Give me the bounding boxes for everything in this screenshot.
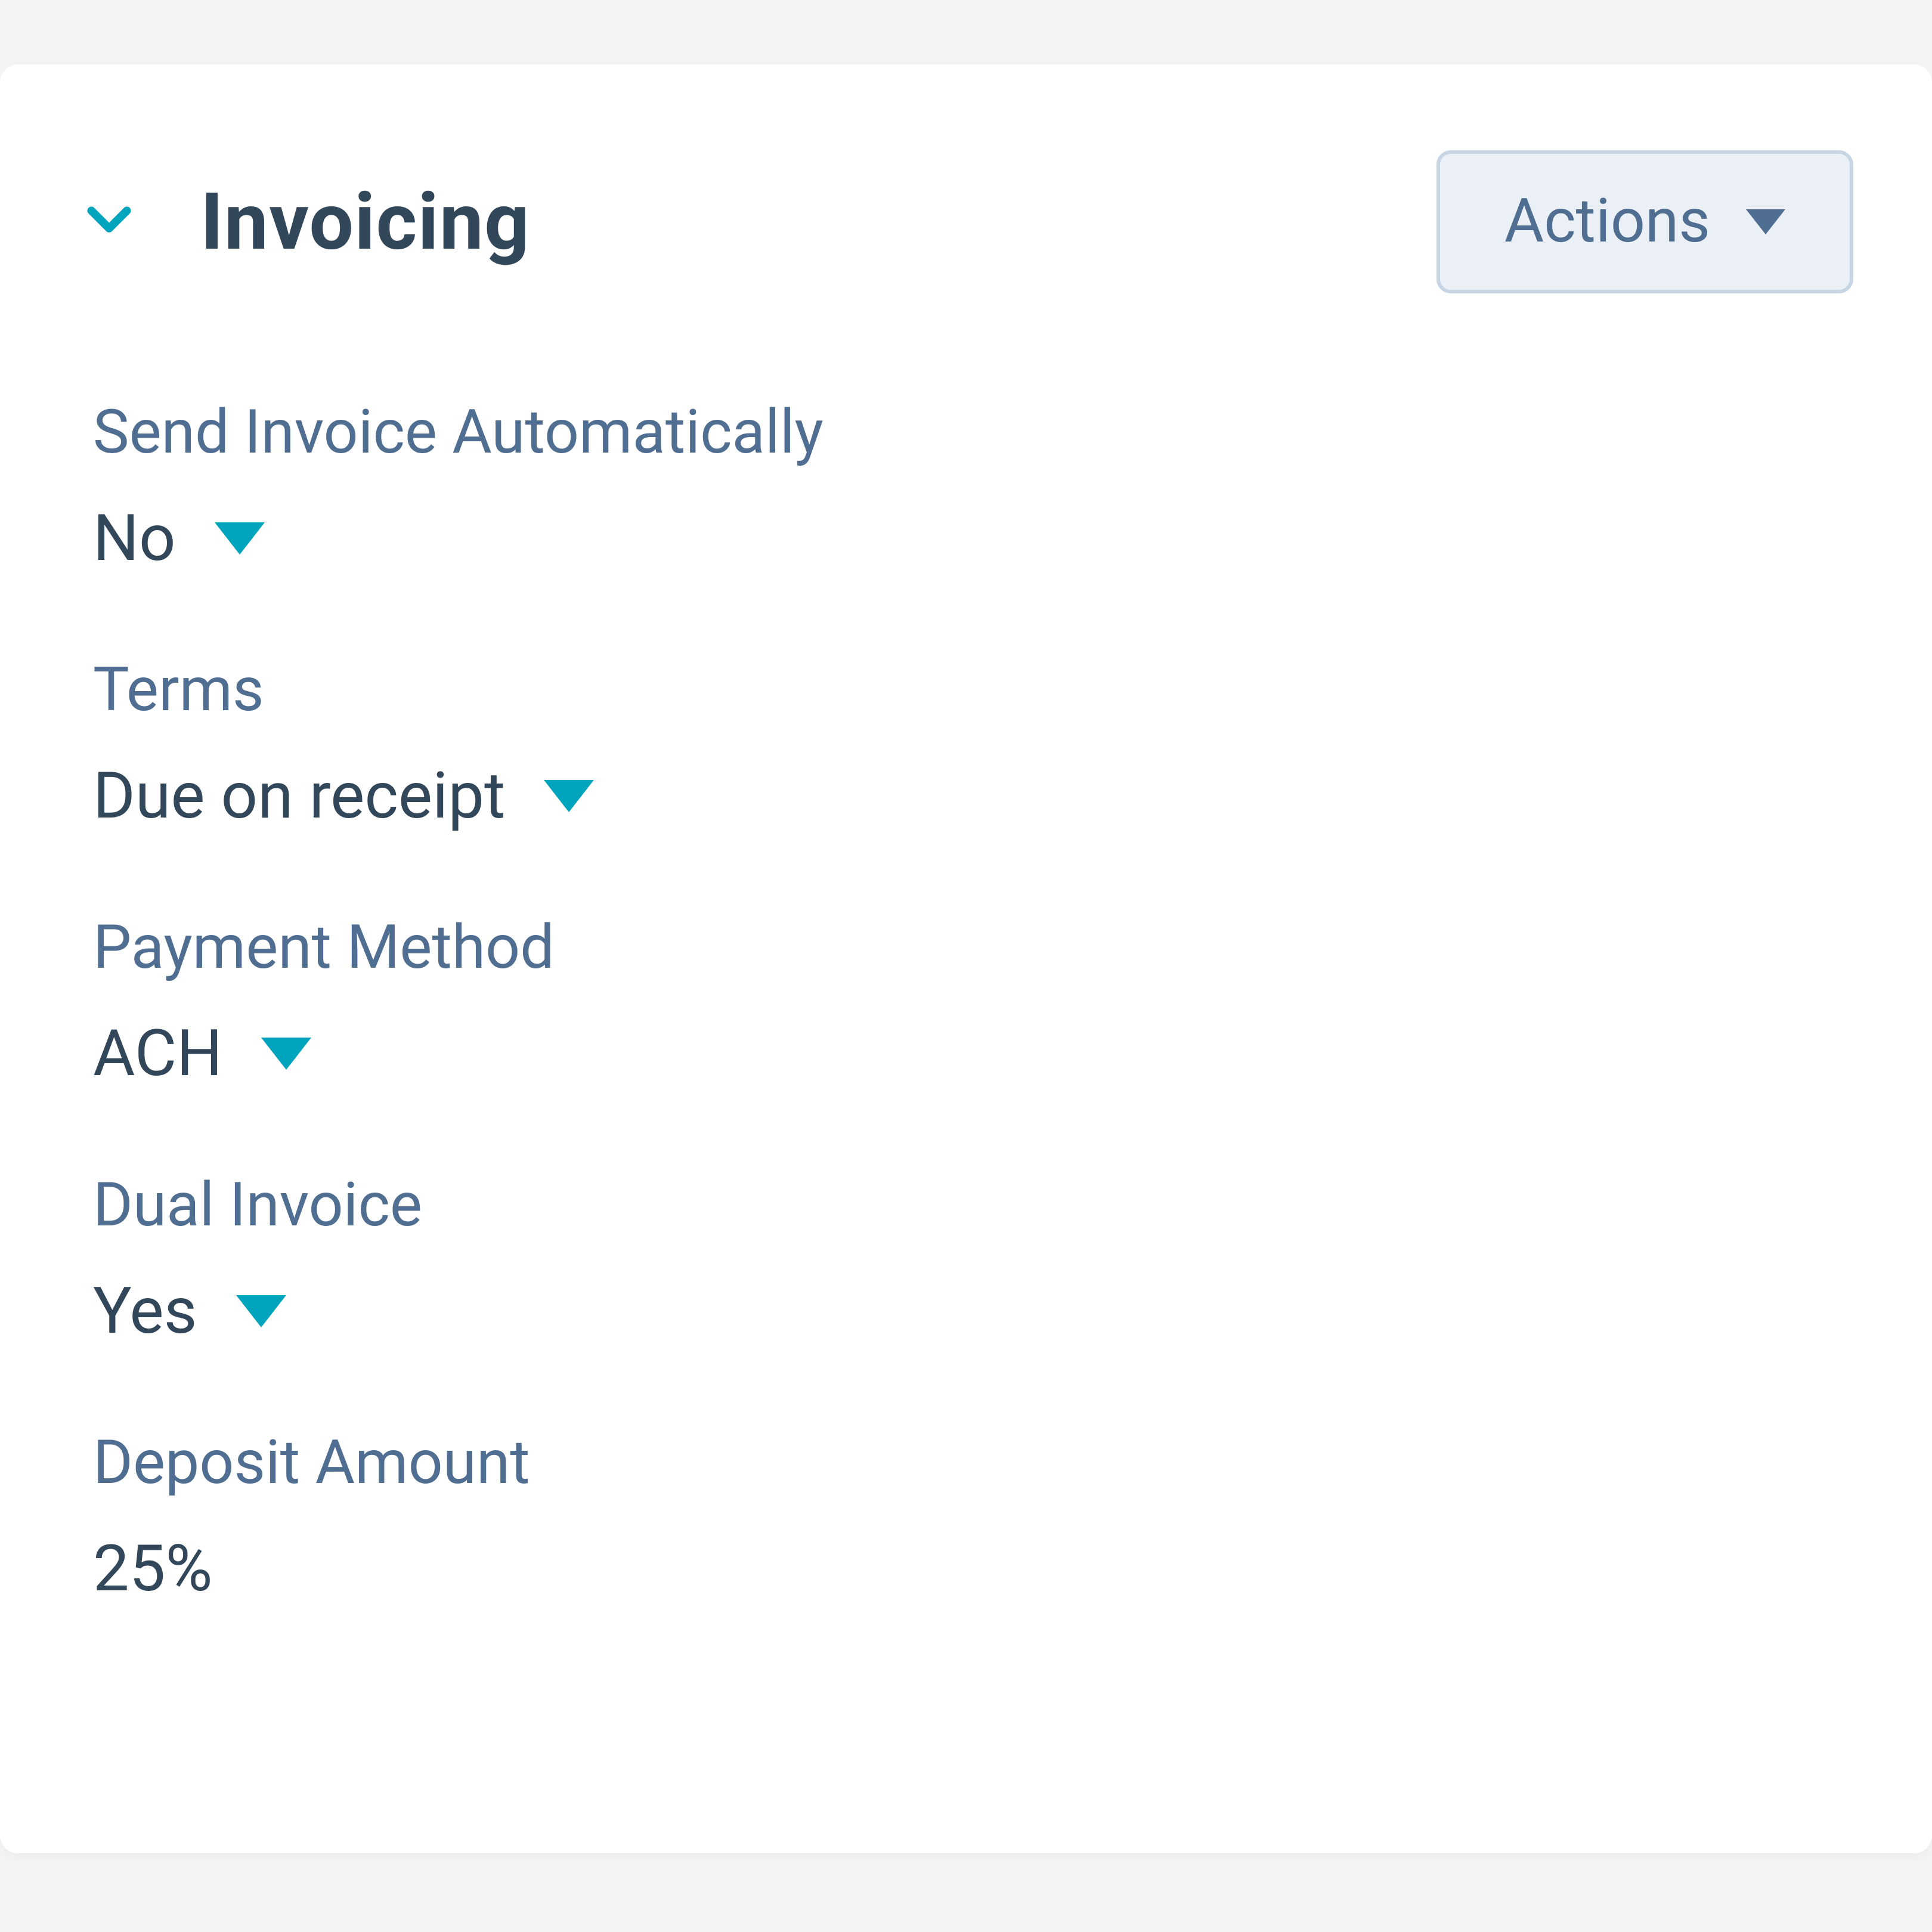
- field-deposit-amount: Deposit Amount 25%: [79, 1428, 1853, 1606]
- field-label: Deposit Amount: [93, 1428, 1853, 1499]
- field-dual-invoice: Dual Invoice Yes: [79, 1170, 1853, 1349]
- field-terms: Terms Due on receipt: [79, 655, 1853, 834]
- actions-button-label: Actions: [1504, 186, 1710, 258]
- invoicing-card: Invoicing Actions Send Invoice Automatic…: [0, 64, 1932, 1853]
- caret-down-icon: [1746, 209, 1785, 234]
- dropdown-value-text: ACH: [93, 1016, 222, 1091]
- field-send-invoice-automatically: Send Invoice Automatically No: [79, 397, 1853, 576]
- collapse-chevron-icon[interactable]: [79, 188, 140, 256]
- field-label: Send Invoice Automatically: [93, 397, 1853, 469]
- deposit-amount-value: 25%: [93, 1531, 1853, 1606]
- dual-invoice-dropdown[interactable]: Yes: [93, 1274, 286, 1349]
- terms-dropdown[interactable]: Due on receipt: [93, 758, 595, 834]
- caret-down-icon: [215, 522, 265, 555]
- send-invoice-automatically-dropdown[interactable]: No: [93, 501, 265, 576]
- dropdown-value-text: Yes: [93, 1274, 197, 1349]
- caret-down-icon: [544, 780, 595, 812]
- field-label: Terms: [93, 655, 1853, 726]
- field-label: Payment Method: [93, 912, 1853, 984]
- dropdown-value-text: No: [93, 501, 176, 576]
- actions-button[interactable]: Actions: [1436, 150, 1853, 293]
- caret-down-icon: [236, 1295, 286, 1327]
- field-payment-method: Payment Method ACH: [79, 912, 1853, 1091]
- payment-method-dropdown[interactable]: ACH: [93, 1016, 312, 1091]
- card-header-left: Invoicing: [79, 175, 530, 268]
- card-header: Invoicing Actions: [79, 150, 1853, 293]
- section-title: Invoicing: [200, 175, 530, 268]
- caret-down-icon: [262, 1038, 312, 1070]
- field-label: Dual Invoice: [93, 1170, 1853, 1241]
- dropdown-value-text: Due on receipt: [93, 758, 505, 834]
